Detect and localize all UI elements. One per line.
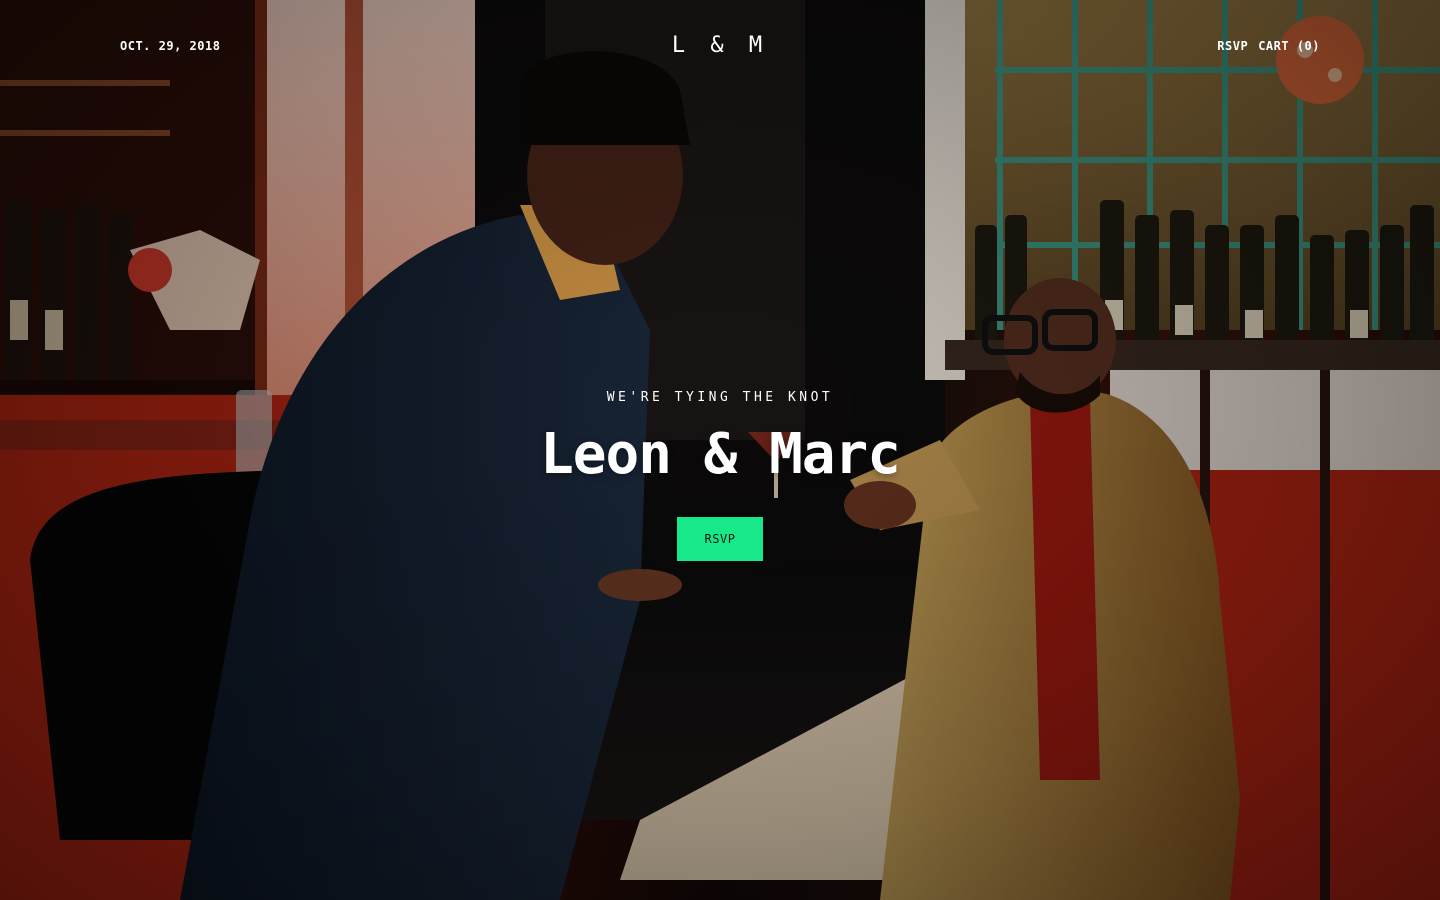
logo-link[interactable]: L & M [672, 33, 768, 58]
hero-section: WE'RE TYING THE KNOT Leon & Marc RSVP [0, 390, 1440, 561]
header-nav: RSVP CART (0) [1217, 39, 1320, 53]
rsvp-button[interactable]: RSVP [677, 517, 763, 561]
hero-title: Leon & Marc [540, 422, 901, 487]
hero-kicker: WE'RE TYING THE KNOT [606, 390, 834, 405]
site-header: OCT. 29, 2018 L & M RSVP CART (0) [0, 0, 1440, 92]
nav-rsvp-link[interactable]: RSVP [1217, 39, 1248, 53]
nav-cart-link[interactable]: CART (0) [1258, 39, 1320, 53]
